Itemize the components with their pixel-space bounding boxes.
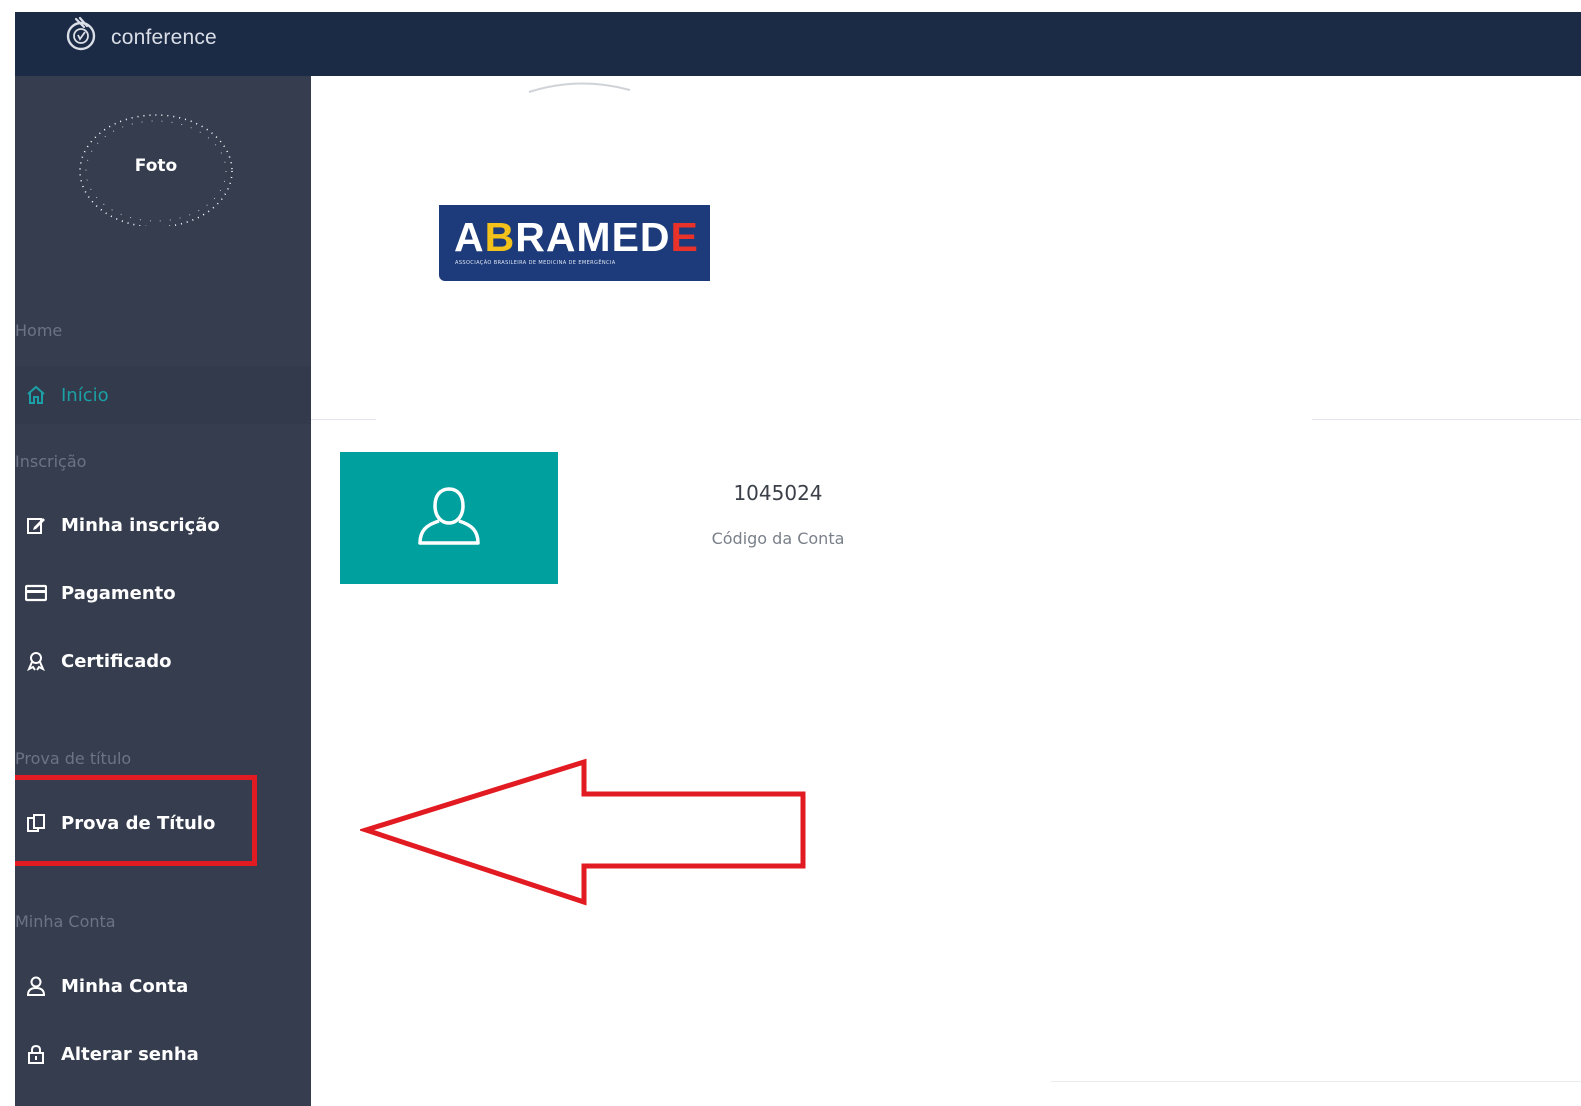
credit-card-icon xyxy=(23,582,49,604)
sidebar-item-inicio[interactable]: Início xyxy=(15,366,311,424)
section-label-inscricao: Inscrição xyxy=(15,452,87,471)
lock-icon xyxy=(23,1043,49,1065)
section-label-minha-conta: Minha Conta xyxy=(15,912,116,931)
top-navbar: conference xyxy=(15,12,1581,76)
sidebar-item-label: Início xyxy=(61,384,109,406)
sidebar-item-label: Alterar senha xyxy=(61,1043,199,1065)
screen-left-margin xyxy=(0,0,15,1106)
conference-logo-icon[interactable] xyxy=(62,15,100,53)
edit-icon xyxy=(23,514,49,536)
decorative-arc xyxy=(528,82,631,93)
avatar-label: Foto xyxy=(134,156,178,176)
sidebar-item-pagamento[interactable]: Pagamento xyxy=(15,564,311,622)
sidebar-item-minha-conta[interactable]: Minha Conta xyxy=(15,957,311,1015)
section-label-prova-de-titulo: Prova de título xyxy=(15,749,132,768)
account-tile xyxy=(340,452,558,584)
award-icon xyxy=(23,650,49,672)
sidebar-item-certificado[interactable]: Certificado xyxy=(15,632,311,690)
sidebar-item-label: Minha Conta xyxy=(61,975,189,997)
sidebar-item-label: Certificado xyxy=(61,650,172,672)
content-divider xyxy=(1312,419,1581,420)
abramede-logo-text: ABRAMEDE xyxy=(454,214,699,260)
app-name[interactable]: conference xyxy=(111,26,217,50)
abramede-logo-subtitle: ASSOCIAÇÃO BRASILEIRA DE MEDICINA DE EME… xyxy=(455,260,616,266)
annotation-arrow xyxy=(360,758,806,906)
home-icon xyxy=(23,384,49,406)
sidebar-item-minha-inscricao[interactable]: Minha inscrição xyxy=(15,496,311,554)
sidebar-item-label: Minha inscrição xyxy=(61,514,220,536)
content-divider xyxy=(1051,1081,1581,1082)
sidebar: Foto Home Início Inscrição Minha inscriç… xyxy=(15,76,311,1106)
content-divider xyxy=(311,419,376,420)
user-icon xyxy=(23,975,49,997)
abramede-logo: ABRAMEDE ASSOCIAÇÃO BRASILEIRA DE MEDICI… xyxy=(439,205,710,281)
user-outline-icon xyxy=(414,481,484,555)
sidebar-item-label: Pagamento xyxy=(61,582,176,604)
avatar[interactable]: Foto xyxy=(76,96,246,226)
screen-top-margin xyxy=(0,0,1581,12)
section-label-home: Home xyxy=(15,321,63,340)
annotation-highlight-box xyxy=(15,775,257,866)
sidebar-item-alterar-senha[interactable]: Alterar senha xyxy=(15,1025,311,1083)
account-code: 1045024 xyxy=(733,481,823,505)
account-code-label: Código da Conta xyxy=(711,529,845,548)
